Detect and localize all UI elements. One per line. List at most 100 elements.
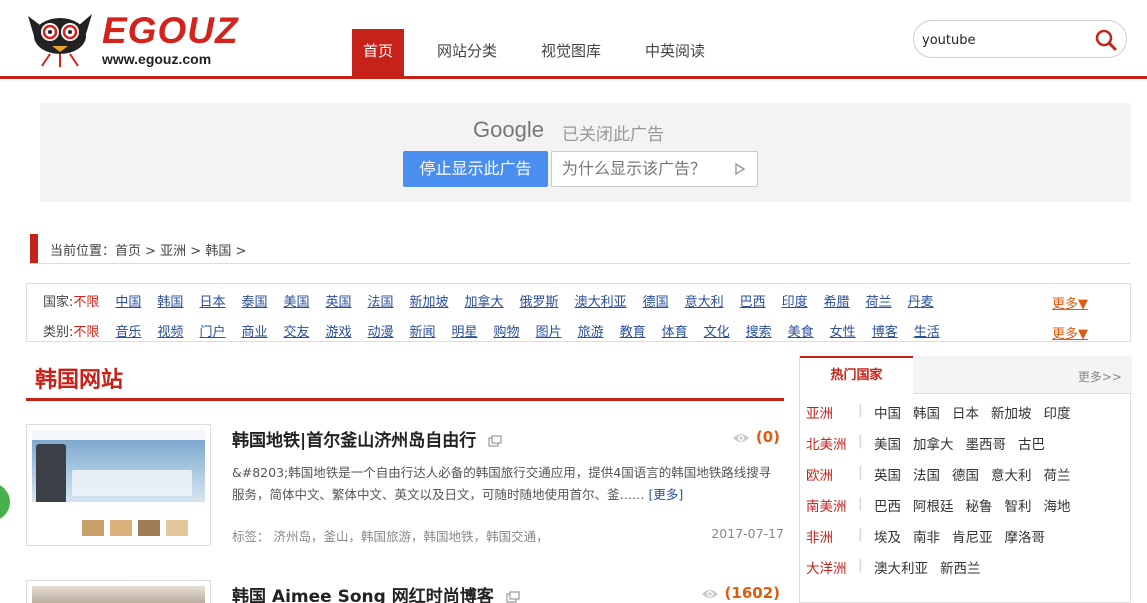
category-filter-item[interactable]: 新闻 [410,321,436,340]
continent-link[interactable]: 北美洲 [806,433,858,453]
country-link[interactable]: 摩洛哥 [1005,526,1046,546]
nav-gallery[interactable]: 视觉图库 [530,29,612,76]
country-filter-item[interactable]: 德国 [643,291,669,310]
category-filter-item[interactable]: 旅游 [578,321,604,340]
continent-link[interactable]: 南美洲 [806,495,858,515]
country-filter-item[interactable]: 俄罗斯 [520,291,559,310]
country-link[interactable]: 印度 [1044,402,1071,422]
country-filter-item[interactable]: 新加坡 [410,291,449,310]
category-filter-item[interactable]: 门户 [199,321,225,340]
stop-ad-button[interactable]: 停止显示此广告 [403,151,548,187]
country-filter-item[interactable]: 英国 [325,291,351,310]
category-filter-item[interactable]: 游戏 [325,321,351,340]
category-filter-item[interactable]: 交友 [283,321,309,340]
category-filter-item[interactable]: 文化 [704,321,730,340]
tags-label: 标签： [232,529,270,544]
country-link[interactable]: 意大利 [991,464,1032,484]
country-filter-item[interactable]: 意大利 [685,291,724,310]
continent-link[interactable]: 欧洲 [806,464,858,484]
category-filter-item[interactable]: 美食 [788,321,814,340]
country-filter-item[interactable]: 美国 [283,291,309,310]
floating-side-button[interactable] [0,483,10,521]
country-filter-item[interactable]: 希腊 [824,291,850,310]
country-link[interactable]: 中国 [874,402,901,422]
tag-link[interactable]: 韩国交通， [486,529,549,544]
country-link[interactable]: 智利 [1005,495,1032,515]
nav-home[interactable]: 首页 [352,29,405,76]
country-link[interactable]: 墨西哥 [966,433,1007,453]
row-separator: | [858,402,863,418]
category-filter-item[interactable]: 生活 [914,321,940,340]
category-filter-item[interactable]: 搜索 [746,321,772,340]
search-button[interactable] [1094,28,1118,52]
tag-link[interactable]: 韩国地铁， [424,529,487,544]
category-filter-item[interactable]: 视频 [157,321,183,340]
continent-link[interactable]: 大洋洲 [806,557,858,577]
item-thumbnail[interactable] [26,580,211,603]
nav-reading[interactable]: 中英阅读 [634,29,716,76]
country-link[interactable]: 加拿大 [913,433,954,453]
category-filter-item[interactable]: 商业 [241,321,267,340]
country-link[interactable]: 日本 [952,402,979,422]
category-filter-item[interactable]: 女性 [830,321,856,340]
tag-link[interactable]: 釜山， [324,529,362,544]
country-filter-item[interactable]: 丹麦 [908,291,934,310]
item-title-link[interactable]: 韩国 Aimee Song 网红时尚博客 [232,582,520,603]
category-filter-item[interactable]: 教育 [620,321,646,340]
country-link[interactable]: 法国 [913,464,940,484]
why-ad-button[interactable]: 为什么显示该广告？ [551,151,758,187]
item-thumbnail[interactable] [26,424,211,546]
country-filter-item[interactable]: 中国 [115,291,141,310]
country-filter-item[interactable]: 荷兰 [866,291,892,310]
country-link[interactable]: 古巴 [1018,433,1045,453]
country-filter-item[interactable]: 日本 [199,291,225,310]
country-filter-item[interactable]: 法国 [368,291,394,310]
country-link[interactable]: 美国 [874,433,901,453]
country-link[interactable]: 南非 [913,526,940,546]
country-link[interactable]: 澳大利亚 [874,557,928,577]
country-link[interactable]: 阿根廷 [913,495,954,515]
category-filter-item[interactable]: 购物 [494,321,520,340]
country-link[interactable]: 荷兰 [1044,464,1071,484]
country-link[interactable]: 新加坡 [991,402,1032,422]
category-filter-item[interactable]: 图片 [536,321,562,340]
country-filter-item[interactable]: 印度 [782,291,808,310]
category-filter-item[interactable]: 动漫 [368,321,394,340]
continent-link[interactable]: 亚洲 [806,402,858,422]
country-link[interactable]: 英国 [874,464,901,484]
category-filter-all[interactable]: 不限 [73,321,99,340]
external-link-icon[interactable] [506,591,520,603]
category-filter-item[interactable]: 体育 [662,321,688,340]
tab-hot-countries[interactable]: 热门国家 [800,356,913,394]
nav-categories[interactable]: 网站分类 [426,29,508,76]
country-filter-item[interactable]: 韩国 [157,291,183,310]
country-filter-item[interactable]: 泰国 [241,291,267,310]
breadcrumb-text[interactable]: 当前位置：首页 > 亚洲 > 韩国 > [50,240,246,259]
country-more-link[interactable]: 更多▼ [1052,293,1088,312]
country-link[interactable]: 秘鲁 [966,495,993,515]
continent-link[interactable]: 非洲 [806,526,858,546]
panel-more-link[interactable]: 更多>> [1078,368,1122,385]
category-more-link[interactable]: 更多▼ [1052,323,1088,342]
country-filter-item[interactable]: 巴西 [740,291,766,310]
site-logo[interactable]: EGOUZ www.egouz.com [26,6,241,68]
category-filter-item[interactable]: 音乐 [115,321,141,340]
search-input[interactable] [922,30,1092,50]
external-link-icon[interactable] [488,435,502,447]
tag-link[interactable]: 济州岛， [274,529,324,544]
country-filter-all[interactable]: 不限 [73,291,99,310]
country-filter-item[interactable]: 加拿大 [465,291,504,310]
country-link[interactable]: 海地 [1044,495,1071,515]
country-link[interactable]: 埃及 [874,526,901,546]
item-title-link[interactable]: 韩国地铁|首尔釜山济州岛自由行 [232,426,502,451]
item-more-link[interactable]: [更多] [649,487,684,502]
country-link[interactable]: 新西兰 [940,557,981,577]
category-filter-item[interactable]: 明星 [452,321,478,340]
country-link[interactable]: 巴西 [874,495,901,515]
country-link[interactable]: 韩国 [913,402,940,422]
tag-link[interactable]: 韩国旅游， [361,529,424,544]
category-filter-item[interactable]: 博客 [872,321,898,340]
country-link[interactable]: 肯尼亚 [952,526,993,546]
country-filter-item[interactable]: 澳大利亚 [575,291,627,310]
country-link[interactable]: 德国 [952,464,979,484]
